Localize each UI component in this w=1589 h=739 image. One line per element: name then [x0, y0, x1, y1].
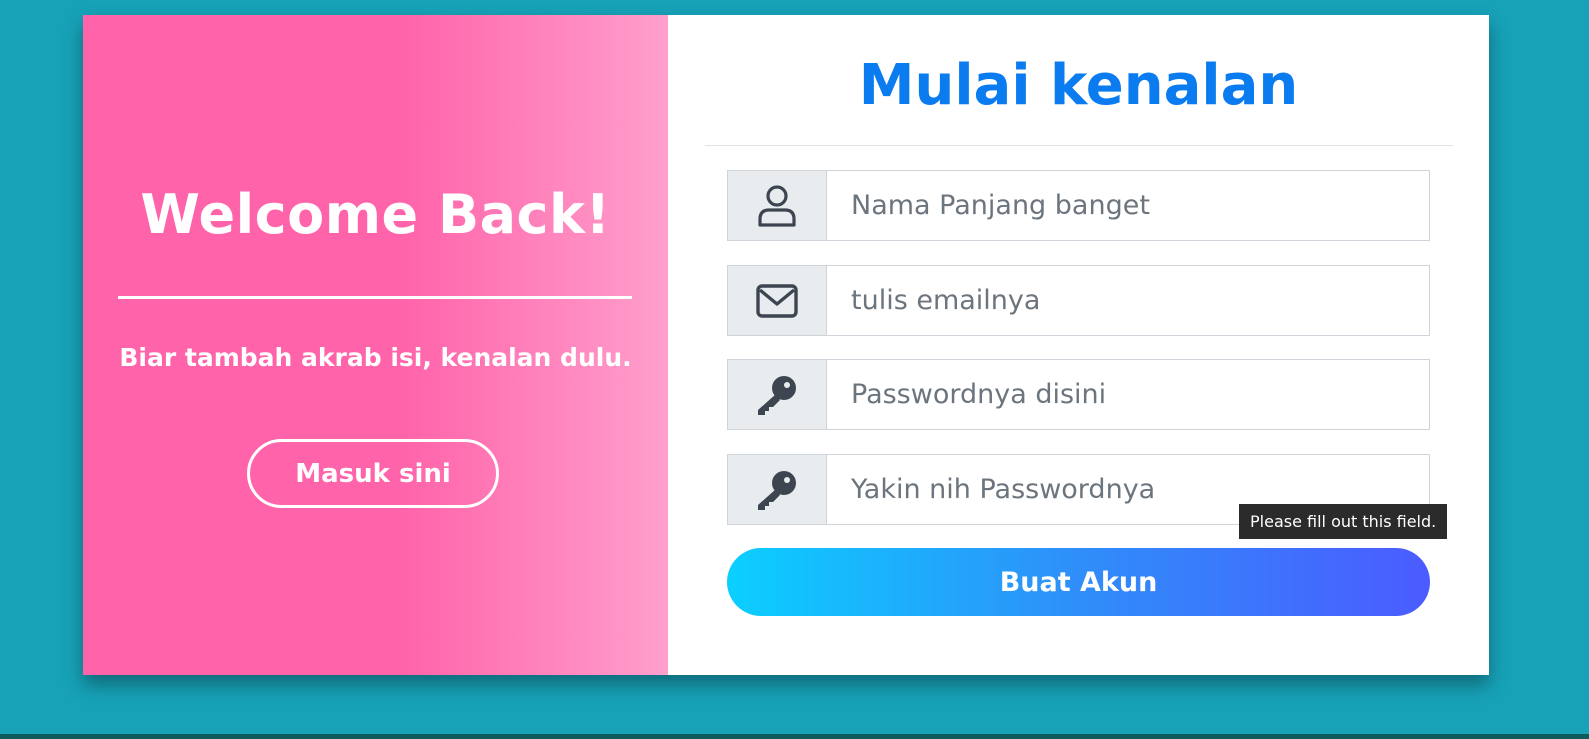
password-field-group — [727, 359, 1430, 430]
welcome-panel: Welcome Back! Biar tambah akrab isi, ken… — [83, 15, 668, 675]
user-icon — [728, 171, 827, 240]
welcome-title: Welcome Back! — [140, 183, 611, 246]
key-icon — [728, 455, 827, 524]
envelope-icon — [728, 266, 827, 335]
create-account-button[interactable]: Buat Akun — [727, 548, 1430, 616]
welcome-subtitle: Biar tambah akrab isi, kenalan dulu. — [119, 343, 632, 372]
form-title: Mulai kenalan — [858, 53, 1299, 118]
email-input[interactable] — [827, 266, 1429, 335]
signup-card: Welcome Back! Biar tambah akrab isi, ken… — [83, 15, 1489, 675]
page-bottom-strip — [0, 734, 1589, 739]
login-button[interactable]: Masuk sini — [247, 439, 499, 508]
name-field-group — [727, 170, 1430, 241]
welcome-divider — [118, 296, 632, 299]
signup-form-panel: Mulai kenalan Nama Panjang banget tulis … — [668, 15, 1489, 675]
name-input[interactable] — [827, 171, 1429, 240]
form-divider — [705, 145, 1453, 146]
email-field-group — [727, 265, 1430, 336]
password-input[interactable] — [827, 360, 1429, 429]
key-icon — [728, 360, 827, 429]
validation-tooltip: Please fill out this field. — [1239, 504, 1448, 539]
